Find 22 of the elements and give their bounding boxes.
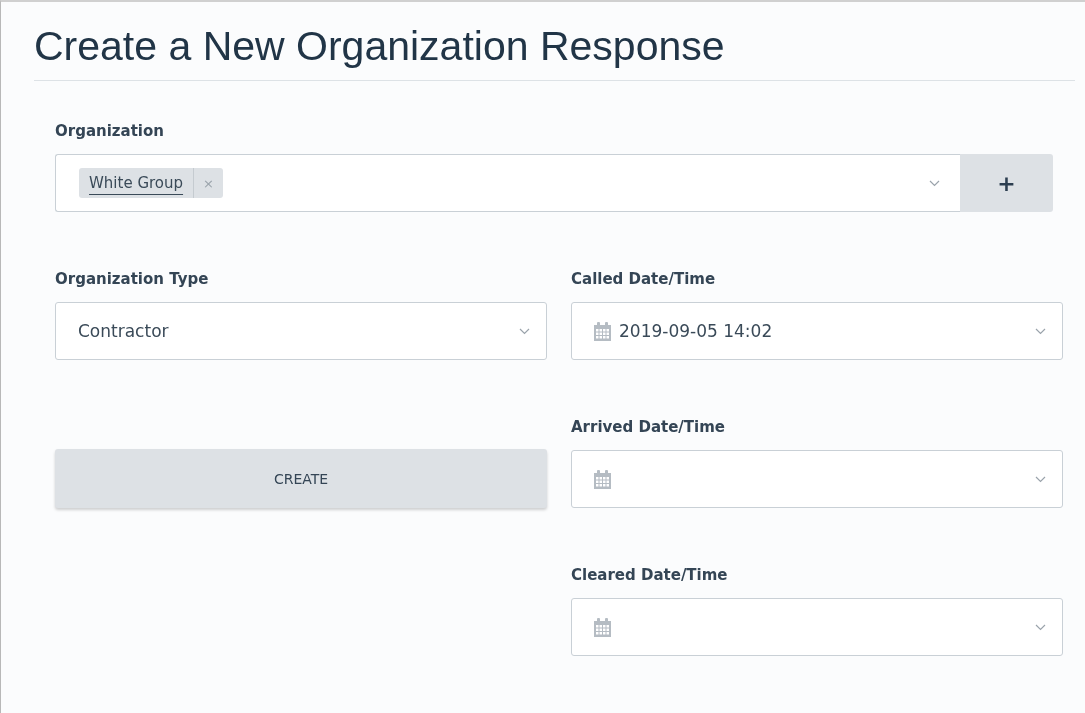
chevron-down-icon: [1035, 327, 1046, 335]
page-title: Create a New Organization Response: [34, 22, 725, 71]
add-button[interactable]: +: [960, 154, 1053, 212]
chevron-down-icon: [1035, 475, 1046, 483]
chevron-down-icon: [1035, 623, 1046, 631]
date-time-field[interactable]: [571, 450, 1063, 508]
chevron-down-icon: [929, 179, 940, 187]
chevron-down-icon: [519, 327, 530, 335]
create-button[interactable]: CREATE: [55, 449, 547, 508]
field-label: Organization Type: [55, 270, 209, 288]
calendar-icon: [594, 469, 611, 489]
organization-select[interactable]: White Group ×: [55, 154, 960, 212]
calendar-icon: [594, 617, 611, 637]
field-label: Organization: [55, 122, 164, 140]
tag-label: White Group: [79, 168, 195, 198]
organization-type-select[interactable]: Contractor: [55, 302, 547, 360]
field-label: Cleared Date/Time: [571, 566, 728, 584]
calendar-icon: [594, 321, 611, 341]
field-label: Called Date/Time: [571, 270, 716, 288]
date-time-field[interactable]: 2019-09-05 14:02: [571, 302, 1063, 360]
field-label: Arrived Date/Time: [571, 418, 726, 436]
date-time-field[interactable]: [571, 598, 1063, 656]
